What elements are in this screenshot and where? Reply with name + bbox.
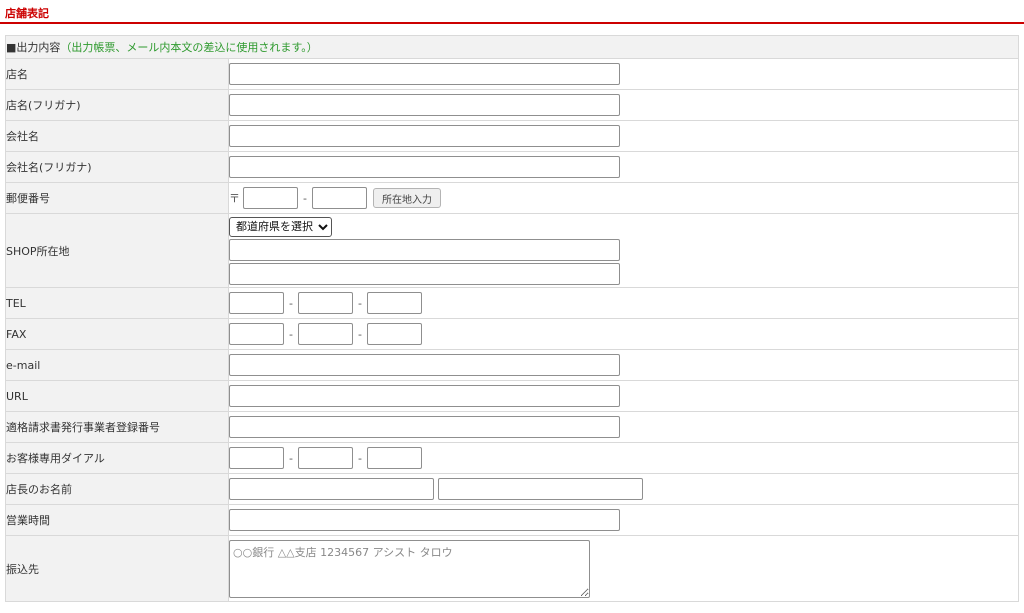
row-address: SHOP所在地 都道府県を選択 — [5, 213, 1019, 288]
caption-note: （出力帳票、メール内本文の差込に使用されます。） — [60, 41, 318, 54]
caption-lead: ■出力内容 — [6, 41, 61, 54]
section-title: 店舗表記 — [5, 7, 49, 20]
caption-row: ■出力内容（出力帳票、メール内本文の差込に使用されます。） — [5, 35, 1019, 59]
row-email: e-mail — [5, 349, 1019, 381]
company-label: 会社名 — [5, 120, 229, 152]
row-shop-name: 店名 — [5, 58, 1019, 90]
url-input[interactable] — [229, 385, 620, 407]
business-hours-input[interactable] — [229, 509, 620, 531]
email-input[interactable] — [229, 354, 620, 376]
fax-part3-input[interactable] — [367, 323, 422, 345]
shop-name-label: 店名 — [5, 58, 229, 90]
row-fax: FAX - - — [5, 318, 1019, 350]
row-postal: 郵便番号 〒 - 所在地入力 — [5, 182, 1019, 214]
address-line1-input[interactable] — [229, 238, 620, 261]
row-invoice: 適格請求書発行事業者登録番号 — [5, 411, 1019, 443]
shop-name-kana-label: 店名(フリガナ) — [5, 89, 229, 121]
section-divider — [0, 22, 1024, 24]
email-label: e-mail — [5, 349, 229, 381]
tel-part2-input[interactable] — [298, 292, 353, 314]
postal-label: 郵便番号 — [5, 182, 229, 214]
row-customer-dial: お客様専用ダイアル - - — [5, 442, 1019, 474]
fax-separator: - — [358, 327, 362, 341]
postal-separator: - — [303, 191, 307, 205]
fax-separator: - — [289, 327, 293, 341]
customer-dial-label: お客様専用ダイアル — [5, 442, 229, 474]
tel-part1-input[interactable] — [229, 292, 284, 314]
row-shop-name-kana: 店名(フリガナ) — [5, 89, 1019, 121]
invoice-label: 適格請求書発行事業者登録番号 — [5, 411, 229, 443]
postal-mark: 〒 — [229, 192, 240, 205]
shop-name-input[interactable] — [229, 63, 620, 85]
manager-name-label: 店長のお名前 — [5, 473, 229, 505]
caption-cell: ■出力内容（出力帳票、メール内本文の差込に使用されます。） — [5, 35, 1019, 59]
fax-label: FAX — [5, 318, 229, 350]
bank-textarea[interactable] — [229, 539, 590, 598]
dial-part1-input[interactable] — [229, 447, 284, 469]
postal-code-first-input[interactable] — [243, 187, 298, 209]
fax-part2-input[interactable] — [298, 323, 353, 345]
row-company: 会社名 — [5, 120, 1019, 152]
address-lookup-button[interactable]: 所在地入力 — [373, 188, 441, 208]
company-kana-input[interactable] — [229, 156, 620, 178]
company-input[interactable] — [229, 125, 620, 147]
postal-code-second-input[interactable] — [312, 187, 367, 209]
row-bank: 振込先 — [5, 535, 1019, 602]
bank-label: 振込先 — [5, 535, 229, 602]
row-business-hours: 営業時間 — [5, 504, 1019, 536]
dial-separator: - — [358, 451, 362, 465]
dial-part2-input[interactable] — [298, 447, 353, 469]
address-line2-input[interactable] — [229, 262, 620, 285]
dial-part3-input[interactable] — [367, 447, 422, 469]
manager-last-name-input[interactable] — [229, 478, 434, 500]
row-url: URL — [5, 380, 1019, 412]
shop-name-kana-input[interactable] — [229, 94, 620, 116]
address-label: SHOP所在地 — [5, 213, 229, 288]
company-kana-label: 会社名(フリガナ) — [5, 151, 229, 183]
shop-info-form: ■出力内容（出力帳票、メール内本文の差込に使用されます。） 店名 店名(フリガナ… — [5, 35, 1019, 602]
tel-part3-input[interactable] — [367, 292, 422, 314]
tel-separator: - — [358, 296, 362, 310]
tel-separator: - — [289, 296, 293, 310]
invoice-number-input[interactable] — [229, 416, 620, 438]
business-hours-label: 営業時間 — [5, 504, 229, 536]
prefecture-select[interactable]: 都道府県を選択 — [229, 216, 332, 237]
manager-first-name-input[interactable] — [437, 478, 643, 500]
fax-part1-input[interactable] — [229, 323, 284, 345]
dial-separator: - — [289, 451, 293, 465]
url-label: URL — [5, 380, 229, 412]
row-manager-name: 店長のお名前 — [5, 473, 1019, 505]
row-company-kana: 会社名(フリガナ) — [5, 151, 1019, 183]
tel-label: TEL — [5, 287, 229, 319]
row-tel: TEL - - — [5, 287, 1019, 319]
